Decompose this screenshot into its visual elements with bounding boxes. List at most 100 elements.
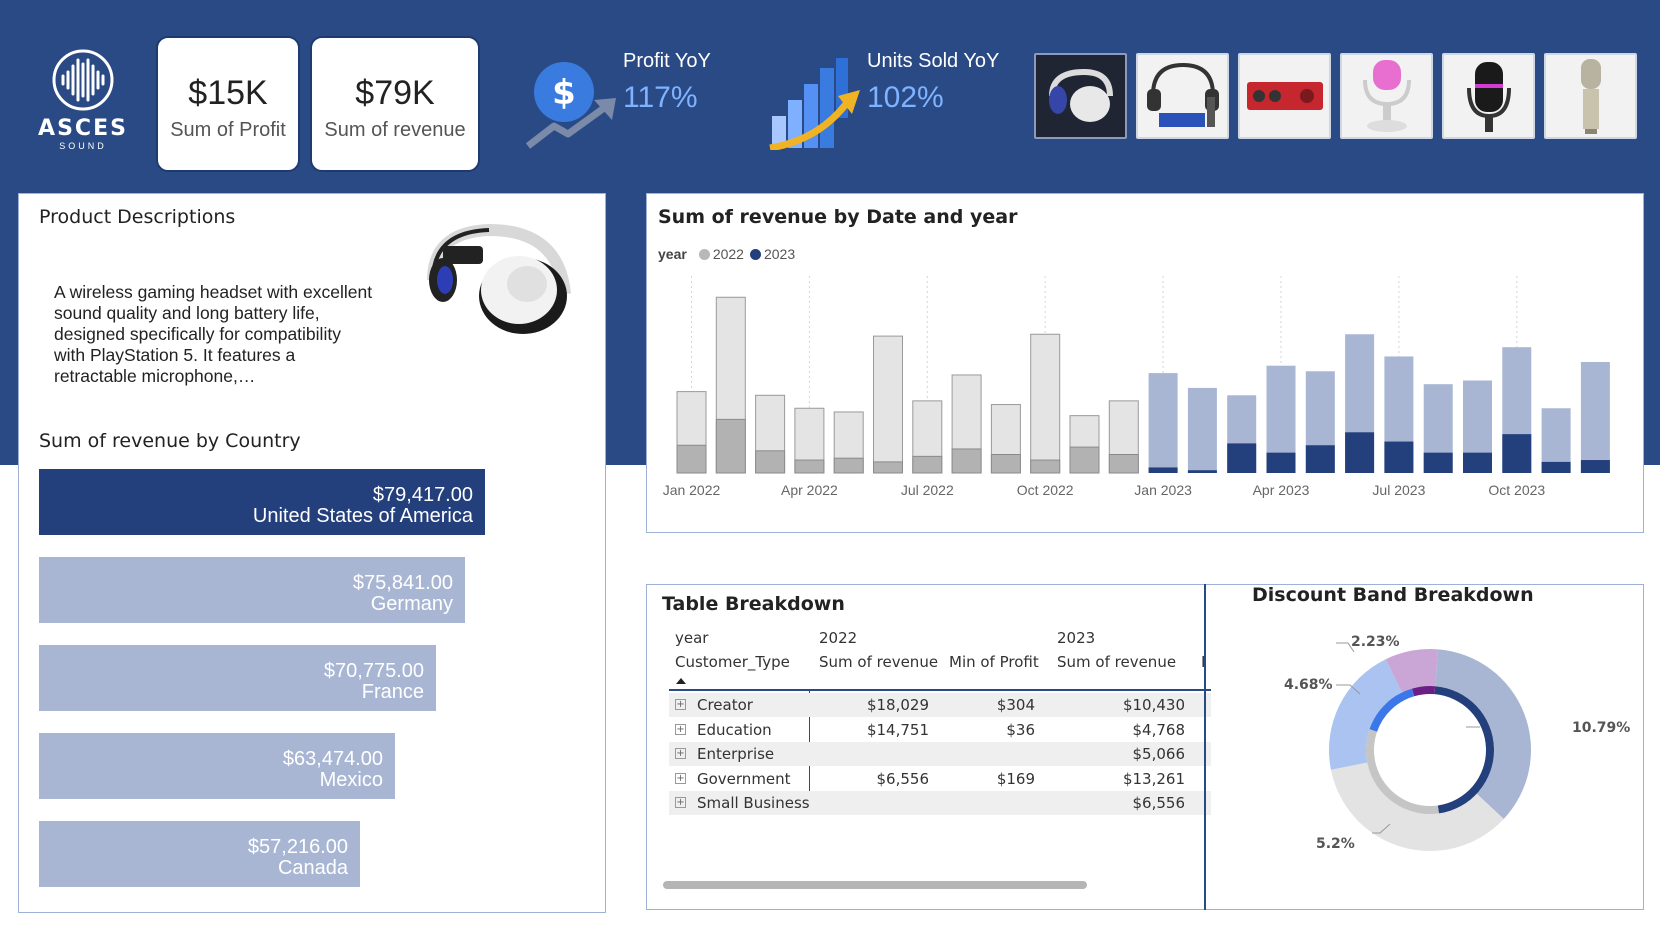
revenue-bar-highlight[interactable]	[1108, 454, 1139, 474]
table-year-header: year 2022 2023	[669, 629, 1211, 653]
revenue-bar-highlight[interactable]	[1423, 452, 1453, 473]
year-2022-header[interactable]: 2022	[819, 629, 857, 647]
kpi-card-profit[interactable]: $15K Sum of Profit	[156, 36, 300, 172]
revenue-bar-highlight[interactable]	[833, 457, 864, 474]
x-tick-label: Oct 2022	[1017, 482, 1074, 498]
kpi-label: Sum of Profit	[170, 119, 286, 141]
profit-2022-cell: $36	[1006, 720, 1035, 739]
legend-item-2022[interactable]: 2022	[698, 246, 744, 262]
podcast-microphone-icon	[1466, 62, 1511, 132]
year-2023-header[interactable]: 2023	[1057, 629, 1095, 647]
revenue-bar-highlight[interactable]	[990, 454, 1021, 474]
brand-name: ASCES	[38, 116, 128, 141]
usb-microphone-thumbnail[interactable]	[1340, 53, 1433, 139]
x-tick-label: Jul 2023	[1372, 482, 1425, 498]
country-bar-value: $75,841.00	[352, 572, 453, 594]
revenue-bar-highlight[interactable]	[1030, 459, 1061, 474]
country-bar-label: United States of America	[252, 505, 473, 527]
headset-product-image	[427, 224, 571, 334]
sort-ascending-icon[interactable]	[675, 677, 687, 685]
revenue-bar-highlight[interactable]	[794, 459, 825, 474]
headset-thumbnail[interactable]	[1034, 53, 1127, 139]
revenue-bar-highlight[interactable]	[1187, 470, 1217, 473]
country-bar[interactable]: $57,216.00 Canada	[39, 821, 360, 887]
x-tick-label: Apr 2023	[1253, 482, 1310, 498]
kpi-card-revenue[interactable]: $79K Sum of revenue	[310, 36, 480, 172]
revenue-bar-highlight[interactable]	[1463, 452, 1492, 473]
table-row[interactable]: + Education $14,751 $36 $4,768	[669, 718, 1211, 742]
profit-yoy-title: Profit YoY	[623, 50, 711, 72]
expand-icon[interactable]: +	[675, 723, 686, 735]
customer-type-cell: Government	[697, 769, 791, 788]
revenue-2022-cell: $18,029	[866, 696, 929, 714]
revenue-bar-highlight[interactable]	[1069, 446, 1100, 474]
revenue-2023-cell: $10,430	[1122, 696, 1185, 714]
revenue-2023-header[interactable]: Sum of revenue	[1057, 653, 1176, 671]
svg-text:$: $	[552, 73, 576, 113]
expand-icon[interactable]: +	[675, 699, 686, 710]
table-breakdown-title: Table Breakdown	[662, 593, 845, 615]
revenue-bar-highlight[interactable]	[1384, 441, 1414, 473]
chart-legend: year 2022 2023	[658, 246, 795, 262]
country-bar[interactable]: $79,417.00 United States of America	[39, 469, 485, 535]
brand-logo: ASCES SOUND	[28, 48, 138, 158]
expand-icon[interactable]: +	[675, 772, 686, 784]
x-tick-label: Jul 2022	[901, 482, 954, 498]
headset-icon	[1048, 68, 1113, 122]
country-bar-value: $79,417.00	[372, 484, 473, 506]
table-row[interactable]: + Enterprise $5,066	[669, 742, 1211, 766]
revenue-bar-highlight[interactable]	[1305, 445, 1335, 473]
product-description-text: A wireless gaming headset with excellent…	[54, 282, 373, 386]
profit-2022-header[interactable]: Min of Profit	[949, 653, 1039, 671]
revenue-bar[interactable]	[1187, 387, 1217, 473]
revenue-by-date-chart: Jan 2022 Apr 2022 Jul 2022 Oct 2022 Jan 2023…	[663, 276, 1610, 498]
revenue-2023-cell: $13,261	[1122, 769, 1185, 788]
kpi-label: Sum of revenue	[324, 119, 466, 141]
expand-icon[interactable]: +	[675, 797, 686, 808]
country-bar-value: $70,775.00	[323, 660, 424, 682]
expand-icon[interactable]: +	[675, 748, 686, 759]
table-row[interactable]: + Creator $18,029 $304 $10,430	[669, 693, 1211, 717]
revenue-bar-highlight[interactable]	[1266, 452, 1296, 473]
revenue-bar-highlight[interactable]	[1541, 461, 1571, 473]
country-bar-label: France	[361, 681, 424, 703]
revenue-bar-highlight[interactable]	[951, 448, 982, 474]
customer-type-header[interactable]: Customer_Type	[675, 653, 790, 671]
legend-item-2023[interactable]: 2023	[749, 246, 796, 262]
table-row[interactable]: + Government $6,556 $169 $13,261	[669, 767, 1211, 791]
customer-type-cell: Enterprise	[697, 745, 775, 763]
revenue-bar[interactable]	[873, 335, 903, 474]
country-bar[interactable]: $63,474.00 Mexico	[39, 733, 395, 799]
legend-label-2023: 2023	[763, 246, 796, 262]
discount-band-title: Discount Band Breakdown	[1252, 584, 1534, 606]
table-row[interactable]: + Small Business $6,556	[669, 791, 1211, 815]
donut-label-low-band: 4.68%	[1284, 677, 1333, 693]
legend-label-2022: 2022	[712, 246, 744, 262]
horizontal-scrollbar[interactable]	[663, 881, 1087, 889]
revenue-bar[interactable]	[1148, 373, 1178, 473]
customer-type-cell: Creator	[697, 696, 753, 714]
revenue-bar-highlight[interactable]	[873, 461, 903, 474]
revenue-bar-highlight[interactable]	[676, 444, 707, 474]
podcast-microphone-thumbnail[interactable]	[1442, 53, 1535, 139]
revenue-bar-highlight[interactable]	[912, 455, 943, 474]
country-bar[interactable]: $70,775.00 France	[39, 645, 436, 711]
revenue-bar-highlight[interactable]	[1148, 467, 1178, 473]
product-description-panel: Product Descriptions A wireless gaming h…	[18, 193, 606, 913]
condenser-microphone-thumbnail[interactable]	[1544, 53, 1637, 139]
revenue-bar-highlight[interactable]	[1227, 443, 1257, 473]
donut-label-high-band: 10.79%	[1572, 720, 1631, 736]
country-bar[interactable]: $75,841.00 Germany	[39, 557, 465, 623]
revenue-bar-highlight[interactable]	[755, 450, 786, 474]
studio-bundle-thumbnail[interactable]	[1136, 53, 1229, 139]
revenue-bar-highlight[interactable]	[1345, 432, 1375, 473]
revenue-bar-highlight[interactable]	[715, 418, 746, 474]
revenue-bar[interactable]	[1030, 333, 1061, 474]
condenser-microphone-icon	[1580, 59, 1601, 134]
revenue-2022-header[interactable]: Sum of revenue	[819, 653, 938, 671]
revenue-bar-highlight[interactable]	[1580, 460, 1610, 473]
studio-bundle-icon	[1146, 62, 1219, 127]
audio-interface-thumbnail[interactable]	[1238, 53, 1331, 139]
revenue-bar-highlight[interactable]	[1502, 434, 1532, 473]
revenue-bar[interactable]	[1580, 362, 1610, 473]
